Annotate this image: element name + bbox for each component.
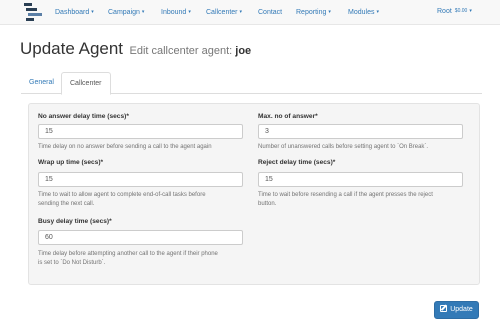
wrap-up-time-input[interactable]: 15 (38, 172, 243, 187)
busy-delay-input[interactable]: 60 (38, 230, 243, 245)
edit-icon (440, 305, 448, 312)
balance-badge: $0.00 (454, 8, 468, 14)
update-button[interactable]: Update (434, 301, 479, 319)
nav-contact[interactable]: Contact (258, 8, 282, 17)
chevron-down-icon: ▾ (328, 9, 331, 15)
nav-label: Reporting (296, 9, 327, 16)
reject-delay-help-line2: button. (258, 201, 277, 207)
reject-delay-help-line1: Time to wait before resending a call if … (258, 192, 433, 198)
max-no-answer-help: Number of unanswered calls before settin… (258, 144, 429, 150)
nav-modules[interactable]: Modules ▾ (348, 8, 379, 17)
user-name: Root (437, 8, 452, 15)
nav-label: Callcenter (206, 9, 238, 16)
tab-callcenter[interactable]: Callcenter (61, 72, 111, 95)
nav-label: Dashboard (55, 9, 90, 16)
nav-campaign[interactable]: Campaign ▾ (108, 8, 144, 17)
top-navbar: Dashboard ▾ Campaign ▾ Inbound ▾ Callcenter… (0, 0, 500, 25)
callcenter-settings-panel: No answer delay time (secs)* 15 Time del… (28, 103, 480, 285)
no-answer-delay-help: Time delay on no answer before sending a… (38, 144, 212, 150)
reject-delay-input[interactable]: 15 (258, 172, 463, 187)
nav-label: Contact (258, 9, 283, 16)
chevron-down-icon: ▾ (141, 9, 145, 15)
page-subtitle: Edit callcenter agent: joe (129, 45, 251, 57)
nav-label: Modules (348, 9, 375, 16)
page-subtitle-prefix: Edit callcenter agent: (129, 45, 233, 57)
user-menu[interactable]: Root $0.00 ▾ (437, 8, 472, 15)
max-no-answer-label: Max. no of answer* (258, 113, 318, 120)
nav-inbound[interactable]: Inbound ▾ (161, 8, 191, 17)
update-button-label: Update (450, 306, 473, 313)
tab-general[interactable]: General (21, 72, 62, 94)
nav-reporting[interactable]: Reporting ▾ (296, 8, 331, 17)
chevron-down-icon: ▾ (376, 9, 379, 15)
busy-delay-help-line2: is set to `Do Not Disturb`. (38, 260, 106, 266)
wrap-up-time-help-line1: Time to wait to allow agent to complete … (38, 192, 206, 198)
wrap-up-time-help-line2: sending the next call. (38, 201, 95, 207)
tab-label: General (29, 79, 54, 86)
tab-bar: General Callcenter (21, 72, 482, 95)
chevron-down-icon: ▾ (188, 9, 191, 15)
chevron-down-icon: ▾ (239, 9, 243, 15)
busy-delay-help-line1: Time delay before attempting another cal… (38, 251, 218, 257)
no-answer-delay-label: No answer delay time (secs)* (38, 113, 129, 120)
nav-dashboard[interactable]: Dashboard ▾ (55, 8, 94, 17)
page-title-main: Update Agent (20, 39, 124, 58)
tab-label: Callcenter (70, 80, 102, 87)
app-logo[interactable] (24, 3, 42, 22)
max-no-answer-input[interactable]: 3 (258, 124, 463, 139)
nav-callcenter[interactable]: Callcenter ▾ (206, 8, 242, 17)
chevron-down-icon: ▾ (91, 9, 94, 15)
agent-name: joe (235, 45, 252, 57)
busy-delay-label: Busy delay time (secs)* (38, 218, 112, 225)
nav-label: Inbound (161, 9, 187, 16)
chevron-down-icon: ▾ (469, 8, 472, 14)
nav-label: Campaign (108, 9, 140, 16)
wrap-up-time-label: Wrap up time (secs)* (38, 159, 104, 166)
no-answer-delay-input[interactable]: 15 (38, 124, 243, 139)
reject-delay-label: Reject delay time (secs)* (258, 159, 336, 166)
page-title: Update Agent Edit callcenter agent: joe (20, 39, 251, 59)
